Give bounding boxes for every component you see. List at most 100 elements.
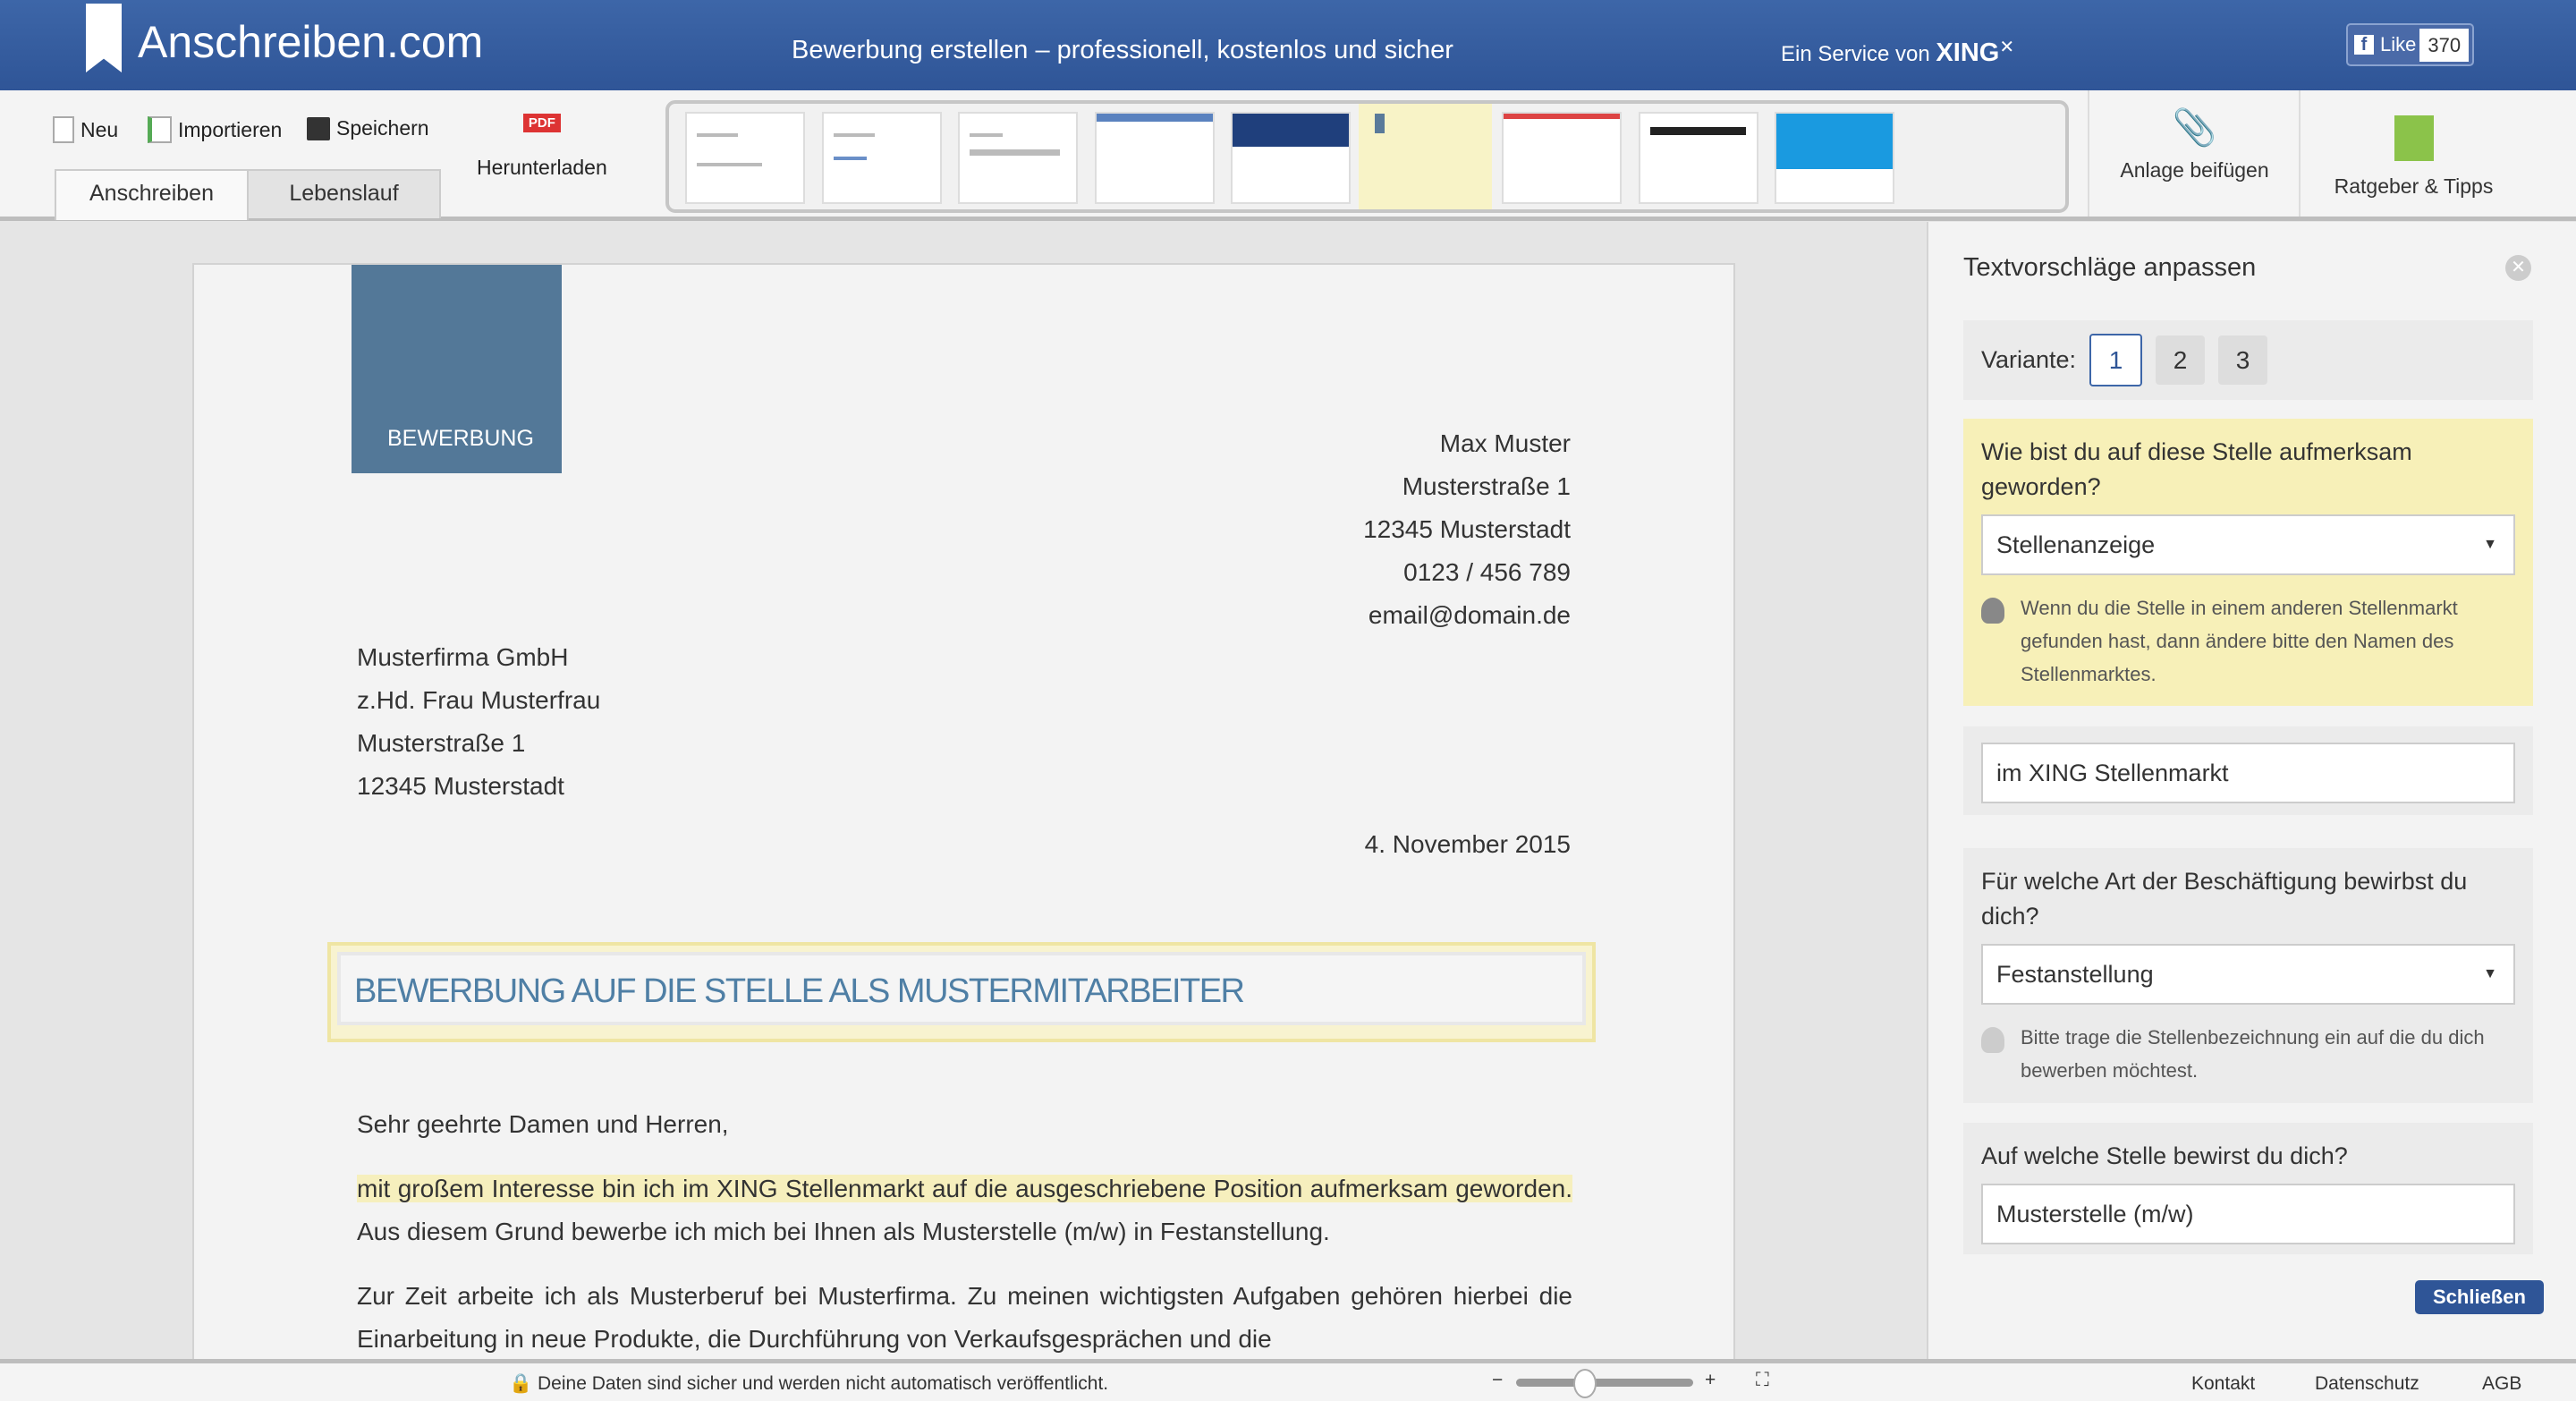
text-suggestions-panel: Textvorschläge anpassen ✕ Variante: 1 2 3 W… xyxy=(1927,222,2576,1359)
zoom-in-button[interactable]: + xyxy=(1705,1370,1716,1391)
paragraph-1: mit großem Interesse bin ich im XING Ste… xyxy=(357,1168,1572,1253)
guide-button[interactable]: Ratgeber & Tipps xyxy=(2299,90,2527,217)
template-thumbnail[interactable] xyxy=(1639,112,1758,204)
xing-mark-icon: ✕ xyxy=(1999,38,2015,57)
terms-link[interactable]: AGB xyxy=(2482,1373,2521,1395)
question-position: Auf welche Stelle bewirst du dich? Muste… xyxy=(1963,1123,2533,1254)
recipient-company: Musterfirma GmbH xyxy=(357,643,569,671)
recipient-street: Musterstraße 1 xyxy=(357,729,526,757)
letter-body[interactable]: Sehr geehrte Damen und Herren, mit große… xyxy=(357,1103,1572,1359)
badge-label: BEWERBUNG xyxy=(387,426,534,451)
facebook-like-button[interactable]: f Like 370 xyxy=(2346,23,2475,66)
zoom-slider-handle[interactable] xyxy=(1573,1369,1597,1398)
recipient-contact: z.Hd. Frau Musterfrau xyxy=(357,686,601,714)
template-thumbnail[interactable] xyxy=(822,112,942,204)
tab-lebenslauf[interactable]: Lebenslauf xyxy=(247,169,441,218)
toolbar: Neu Importieren Speichern PDF Herunterlad… xyxy=(0,90,2576,221)
question-3: Auf welche Stelle bewirst du dich? xyxy=(1981,1142,2348,1169)
question-1: Wie bist du auf diese Stelle aufmerksam … xyxy=(1981,438,2412,500)
hint-1: Wenn du die Stelle in einem anderen Stel… xyxy=(2021,597,2458,685)
facebook-icon: f xyxy=(2354,35,2374,55)
highlighted-text: mit großem Interesse bin ich im XING Ste… xyxy=(357,1175,1572,1202)
letter-page[interactable]: BEWERBUNG Max Muster Musterstraße 1 12345 … xyxy=(192,263,1735,1359)
logo[interactable]: Anschreiben.com xyxy=(138,16,483,68)
variant-2-button[interactable]: 2 xyxy=(2156,335,2206,385)
employment-select[interactable]: Festanstellung ▼ xyxy=(1981,944,2515,1005)
sender-phone: 0123 / 456 789 xyxy=(1403,558,1571,586)
lightbulb-icon xyxy=(1981,1027,2004,1053)
sender-name: Max Muster xyxy=(1439,429,1571,457)
like-label: Like xyxy=(2380,33,2417,55)
template-thumbnail[interactable] xyxy=(1231,112,1351,204)
job-market-input[interactable]: im XING Stellenmarkt xyxy=(1981,743,2515,803)
download-pdf-button[interactable]: PDF Herunterladen xyxy=(477,114,607,180)
position-input[interactable]: Musterstelle (m/w) xyxy=(1981,1184,2515,1244)
tab-anschreiben[interactable]: Anschreiben xyxy=(55,169,249,220)
save-button[interactable]: Speichern xyxy=(307,116,429,140)
template-thumbnail-selected[interactable] xyxy=(1359,104,1492,209)
variant-label: Variante: xyxy=(1981,346,2077,373)
new-label: Neu xyxy=(80,117,119,141)
top-bar: Anschreiben.com Bewerbung erstellen – pr… xyxy=(0,0,2576,90)
template-thumbnail[interactable] xyxy=(958,112,1078,204)
book-icon xyxy=(2394,115,2434,161)
document-icon xyxy=(53,116,74,143)
variant-3-button[interactable]: 3 xyxy=(2218,335,2268,385)
bewerbung-badge: BEWERBUNG xyxy=(352,265,562,473)
sender-street: Musterstraße 1 xyxy=(1402,472,1571,500)
fullscreen-icon[interactable]: ⛶ xyxy=(1756,1370,1769,1391)
question-employment: Für welche Art der Beschäftigung bewirbs… xyxy=(1963,848,2533,1103)
save-label: Speichern xyxy=(336,116,429,140)
market-field-group: im XING Stellenmarkt xyxy=(1963,726,2533,815)
template-thumbnail[interactable] xyxy=(1775,112,1894,204)
paperclip-icon: 📎 xyxy=(2172,108,2217,148)
recipient-address[interactable]: Musterfirma GmbH z.Hd. Frau Musterfrau Mus… xyxy=(357,636,600,808)
zoom-slider[interactable] xyxy=(1516,1369,1693,1398)
variant-1-button[interactable]: 1 xyxy=(2089,334,2143,386)
zoom-out-button[interactable]: − xyxy=(1492,1370,1503,1391)
tagline: Bewerbung erstellen – professionell, kos… xyxy=(792,36,1453,64)
guide-label: Ratgeber & Tipps xyxy=(2334,174,2494,198)
salutation: Sehr geehrte Damen und Herren, xyxy=(357,1110,729,1138)
pdf-icon: PDF xyxy=(522,114,561,132)
xing-logo: XING xyxy=(1936,38,2000,67)
xing-service[interactable]: Ein Service von XING✕ xyxy=(1781,36,2014,68)
template-thumbnail[interactable] xyxy=(685,112,805,204)
hint-2: Bitte trage die Stellenbezeichnung ein a… xyxy=(2021,1026,2485,1082)
document-area: BEWERBUNG Max Muster Musterstraße 1 12345 … xyxy=(0,222,1926,1359)
source-select[interactable]: Stellenanzeige ▼ xyxy=(1981,514,2515,575)
variant-selector: Variante: 1 2 3 xyxy=(1963,320,2533,400)
template-thumbnail[interactable] xyxy=(1502,112,1622,204)
letter-date[interactable]: 4. November 2015 xyxy=(1365,830,1571,859)
recipient-city: 12345 Musterstadt xyxy=(357,772,564,800)
subject-text: BEWERBUNG AUF DIE STELLE ALS MUSTERMITAR… xyxy=(337,952,1586,1025)
import-button[interactable]: Importieren xyxy=(148,116,282,143)
contact-link[interactable]: Kontakt xyxy=(2191,1373,2255,1395)
panel-title: Textvorschläge anpassen xyxy=(1963,253,2257,282)
employment-value: Festanstellung xyxy=(1996,961,2154,988)
floppy-disk-icon xyxy=(307,116,330,140)
import-label: Importieren xyxy=(178,117,283,141)
template-gallery xyxy=(665,100,2069,213)
lock-icon: 🔒 xyxy=(509,1373,533,1394)
import-icon xyxy=(148,116,172,143)
footer: 🔒 Deine Daten sind sicher und werden nic… xyxy=(0,1359,2576,1401)
close-icon[interactable]: ✕ xyxy=(2505,255,2531,281)
paragraph-2: Zur Zeit arbeite ich als Musterberuf bei… xyxy=(357,1282,1572,1353)
download-label: Herunterladen xyxy=(477,156,607,179)
caret-down-icon: ▼ xyxy=(2483,537,2497,552)
source-value: Stellenanzeige xyxy=(1996,531,2156,558)
paragraph-1-rest: Aus diesem Grund bewerbe ich mich bei Ih… xyxy=(357,1218,1330,1245)
subject-line[interactable]: BEWERBUNG AUF DIE STELLE ALS MUSTERMITAR… xyxy=(327,942,1596,1042)
privacy-text: Deine Daten sind sicher und werden nicht… xyxy=(538,1373,1109,1394)
sender-address[interactable]: Max Muster Musterstraße 1 12345 Musterstad… xyxy=(1363,422,1571,637)
logo-bookmark-icon xyxy=(86,4,122,72)
new-button[interactable]: Neu xyxy=(53,116,118,143)
privacy-link[interactable]: Datenschutz xyxy=(2315,1373,2419,1395)
like-count: 370 xyxy=(2419,28,2470,62)
template-thumbnail[interactable] xyxy=(1095,112,1215,204)
attach-button[interactable]: 📎 Anlage beifügen xyxy=(2088,90,2300,217)
sender-city: 12345 Musterstadt xyxy=(1363,515,1571,543)
sender-email: email@domain.de xyxy=(1368,601,1571,629)
close-button[interactable]: Schließen xyxy=(2415,1280,2544,1314)
